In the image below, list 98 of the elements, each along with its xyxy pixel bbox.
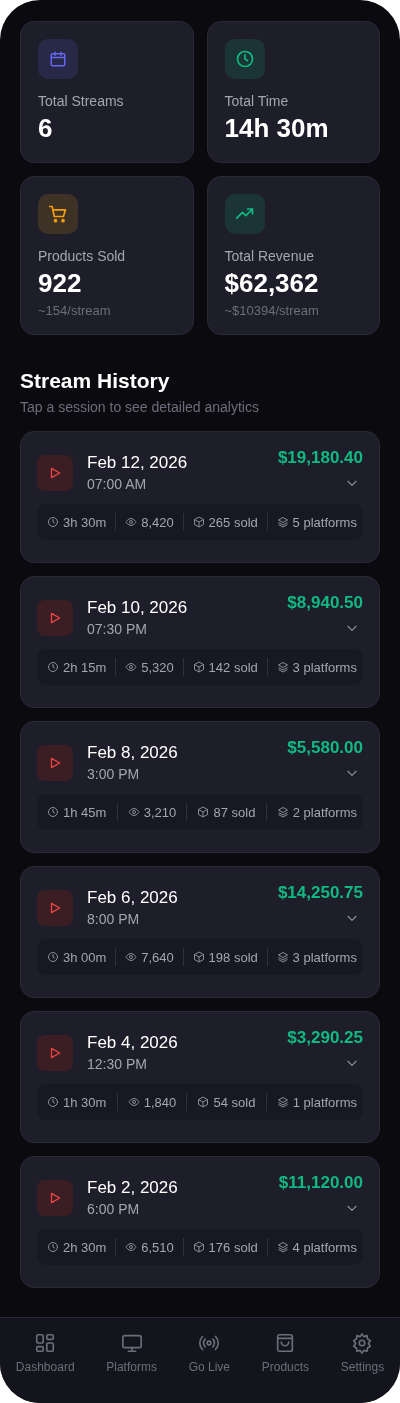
session-date: Feb 6, 2026: [87, 888, 178, 908]
session-duration: 3h 30m: [63, 514, 107, 530]
nav-tab[interactable]: Platforms: [104, 1332, 159, 1378]
eye-icon: [125, 1241, 138, 1253]
clock-icon: [47, 951, 59, 963]
session-platforms: 4 platforms: [292, 1239, 357, 1255]
stat-value: 922: [38, 268, 83, 299]
box-icon: [192, 1241, 205, 1253]
stat-label: Total Time: [224, 93, 290, 109]
session-time: 3:00 PM: [87, 766, 141, 782]
session-date: Feb 4, 2026: [87, 1033, 178, 1053]
session-revenue: $3,290.25: [287, 1028, 363, 1048]
session-platforms: 2 platforms: [292, 804, 357, 820]
session-platforms: 3 platforms: [292, 949, 357, 965]
nav-tab[interactable]: Products: [259, 1332, 312, 1378]
session-platforms: 1 platforms: [292, 1094, 357, 1110]
session-time: 07:30 PM: [87, 621, 148, 637]
session-views: 8,420: [141, 514, 174, 530]
box-icon: [192, 661, 205, 673]
session-revenue: $11,120.00: [278, 1173, 363, 1193]
session-time: 6:00 PM: [87, 1201, 141, 1217]
layers-icon: [276, 516, 289, 528]
session-time: 8:00 PM: [87, 911, 141, 927]
layers-icon: [276, 1096, 289, 1108]
session-card[interactable]: Feb 8, 2026 3:00 PM $5,580.00 1h 45m 3,210 87 sold 2 platforms: [20, 721, 380, 853]
layers-icon: [276, 806, 289, 818]
stat-label: Total Revenue: [224, 248, 315, 264]
nav-tab[interactable]: Dashboard: [13, 1332, 77, 1378]
session-duration: 3h 00m: [63, 949, 107, 965]
session-duration: 2h 30m: [63, 1239, 107, 1255]
session-duration: 1h 45m: [63, 804, 107, 820]
session-card[interactable]: Feb 4, 2026 12:30 PM $3,290.25 1h 30m 1,840 54 sold 1 platforms: [20, 1011, 380, 1143]
clock-icon: [47, 1096, 59, 1108]
grid-icon: [34, 1332, 57, 1354]
session-date: Feb 10, 2026: [87, 598, 188, 618]
eye-icon: [127, 1096, 140, 1108]
session-views: 7,640: [141, 949, 174, 965]
play-icon: [37, 1180, 73, 1216]
box-icon: [197, 1096, 210, 1108]
session-card[interactable]: Feb 6, 2026 8:00 PM $14,250.75 3h 00m 7,640 198 sold 3 platforms: [20, 866, 380, 998]
play-icon: [37, 1035, 73, 1071]
play-icon: [37, 745, 73, 781]
nav-tab[interactable]: Go Live: [186, 1332, 232, 1378]
section-subtitle: Tap a session to see detailed analytics: [20, 399, 260, 415]
layers-icon: [276, 951, 289, 963]
session-views: 6,510: [141, 1239, 174, 1255]
session-card[interactable]: Feb 12, 2026 07:00 AM $19,180.40 3h 30m 8,420 265 sold 5 platforms: [20, 431, 380, 563]
session-revenue: $8,940.50: [287, 593, 363, 613]
stat-label: Products Sold: [38, 248, 127, 264]
nav-tab[interactable]: Settings: [338, 1332, 387, 1378]
session-duration: 2h 15m: [63, 659, 107, 675]
session-sold: 265 sold: [208, 514, 258, 530]
settings-icon: [351, 1332, 374, 1354]
box-icon: [197, 806, 210, 818]
session-views: 1,840: [143, 1094, 177, 1110]
session-revenue: $19,180.40: [277, 448, 363, 468]
session-date: Feb 2, 2026: [87, 1178, 178, 1198]
eye-icon: [125, 516, 138, 528]
eye-icon: [127, 806, 140, 818]
stat-value: $62,362: [224, 268, 320, 299]
stat-value: 6: [38, 113, 54, 144]
session-date: Feb 12, 2026: [87, 453, 188, 473]
clock-icon: [47, 1241, 59, 1253]
session-time: 12:30 PM: [87, 1056, 148, 1072]
clock-icon: [47, 661, 59, 673]
session-platforms: 3 platforms: [292, 659, 357, 675]
session-views: 5,320: [141, 659, 174, 675]
play-icon: [37, 600, 73, 636]
session-revenue: $5,580.00: [287, 738, 363, 758]
clock-icon: [47, 516, 59, 528]
monitor-icon: [120, 1332, 143, 1354]
session-views: 3,210: [143, 804, 177, 820]
eye-icon: [125, 661, 138, 673]
box-icon: [192, 516, 205, 528]
session-time: 07:00 AM: [87, 476, 148, 492]
box-icon: [192, 951, 205, 963]
eye-icon: [125, 951, 138, 963]
session-card[interactable]: Feb 2, 2026 6:00 PM $11,120.00 2h 30m 6,510 176 sold 4 platforms: [20, 1156, 380, 1288]
session-platforms: 5 platforms: [292, 514, 357, 530]
session-card[interactable]: Feb 10, 2026 07:30 PM $8,940.50 2h 15m 5,320 142 sold 3 platforms: [20, 576, 380, 708]
session-revenue: $14,250.75: [277, 883, 363, 903]
stat-value: 14h 30m: [224, 113, 330, 144]
stat-average: ~154/stream: [38, 303, 112, 318]
section-title: Stream History: [20, 369, 171, 393]
session-sold: 142 sold: [208, 659, 258, 675]
session-duration: 1h 30m: [63, 1094, 107, 1110]
play-icon: [37, 455, 73, 491]
stat-label: Total Streams: [38, 93, 125, 109]
session-sold: 176 sold: [208, 1239, 258, 1255]
session-date: Feb 8, 2026: [87, 743, 178, 763]
play-icon: [37, 890, 73, 926]
session-sold: 87 sold: [213, 804, 256, 820]
layers-icon: [276, 1241, 289, 1253]
session-sold: 54 sold: [213, 1094, 256, 1110]
stat-average: ~$10394/stream: [224, 303, 320, 318]
session-sold: 198 sold: [208, 949, 258, 965]
layers-icon: [276, 661, 289, 673]
clock-icon: [47, 806, 59, 818]
